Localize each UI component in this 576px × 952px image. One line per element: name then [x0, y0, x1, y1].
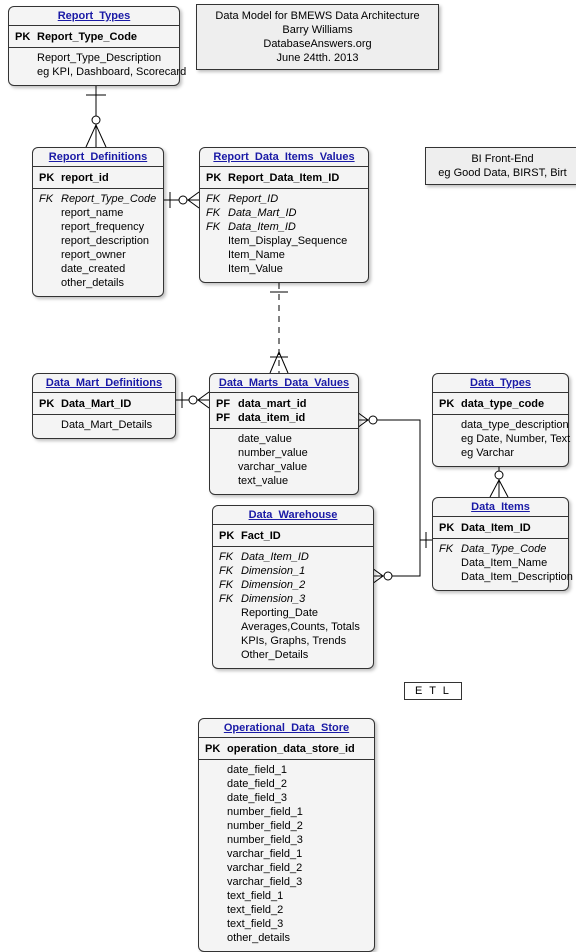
header-line-3: DatabaseAnswers.org — [205, 37, 430, 51]
entity-report-types: Report_Types PKReport_Type_Code Report_T… — [8, 6, 180, 86]
entity-data-marts-data-values: Data_Marts_Data_Values PFdata_mart_id PF… — [209, 373, 359, 495]
erd-canvas: Data Model for BMEWS Data Architecture B… — [0, 0, 576, 949]
etl-label: E T L — [404, 682, 462, 700]
side-note-line-1: BI Front-End — [434, 152, 571, 166]
entity-data-items: Data_Items PKData_Item_ID FKData_Type_Co… — [432, 497, 569, 591]
entity-report-data-items-values: Report_Data_Items_Values PKReport_Data_I… — [199, 147, 369, 283]
entity-title: Report_Definitions — [33, 148, 163, 167]
header-line-1: Data Model for BMEWS Data Architecture — [205, 9, 430, 23]
entity-title: Report_Data_Items_Values — [200, 148, 368, 167]
entity-title: Data_Marts_Data_Values — [210, 374, 358, 393]
header-note: Data Model for BMEWS Data Architecture B… — [196, 4, 439, 70]
header-line-4: June 24tth. 2013 — [205, 51, 430, 65]
entity-title: Data_Types — [433, 374, 568, 393]
entity-data-mart-definitions: Data_Mart_Definitions PKData_Mart_ID Dat… — [32, 373, 176, 439]
entity-report-definitions: Report_Definitions PKreport_id FKReport_… — [32, 147, 164, 297]
entity-operational-data-store: Operational_Data_Store PKoperation_data_… — [198, 718, 375, 952]
entity-title: Data_Warehouse — [213, 506, 373, 525]
entity-data-warehouse: Data_Warehouse PKFact_ID FKData_Item_ID … — [212, 505, 374, 669]
entity-title: Data_Items — [433, 498, 568, 517]
entity-title: Report_Types — [9, 7, 179, 26]
header-line-2: Barry Williams — [205, 23, 430, 37]
entity-title: Operational_Data_Store — [199, 719, 374, 738]
entity-title: Data_Mart_Definitions — [33, 374, 175, 393]
entity-data-types: Data_Types PKdata_type_code data_type_de… — [432, 373, 569, 467]
side-note: BI Front-End eg Good Data, BIRST, Birt — [425, 147, 576, 185]
side-note-line-2: eg Good Data, BIRST, Birt — [434, 166, 571, 180]
